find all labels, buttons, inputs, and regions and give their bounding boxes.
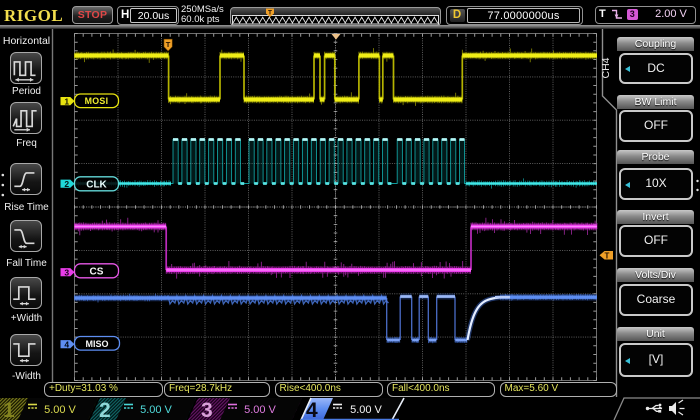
- svg-text:3: 3: [64, 268, 69, 278]
- svg-text:1: 1: [3, 399, 15, 420]
- svg-text:5.00 V: 5.00 V: [140, 404, 172, 416]
- svg-text:2: 2: [64, 179, 69, 189]
- svg-text:MISO: MISO: [85, 339, 108, 349]
- svg-text:T: T: [268, 10, 272, 17]
- svg-text:MOSI: MOSI: [85, 96, 109, 106]
- svg-text:4: 4: [306, 399, 318, 420]
- svg-text:5.00 V: 5.00 V: [44, 404, 76, 416]
- svg-text:5.00 V: 5.00 V: [244, 404, 276, 416]
- svg-text:T: T: [605, 252, 610, 261]
- svg-text:3: 3: [201, 399, 213, 420]
- svg-text:4: 4: [64, 340, 69, 350]
- svg-text:CH4: CH4: [600, 57, 612, 78]
- svg-text:T: T: [166, 40, 171, 49]
- svg-text:CS: CS: [90, 266, 104, 277]
- svg-text:2: 2: [99, 399, 111, 420]
- svg-text:5.00 V: 5.00 V: [350, 404, 382, 416]
- svg-text:CLK: CLK: [86, 179, 107, 190]
- svg-text:1: 1: [64, 97, 69, 107]
